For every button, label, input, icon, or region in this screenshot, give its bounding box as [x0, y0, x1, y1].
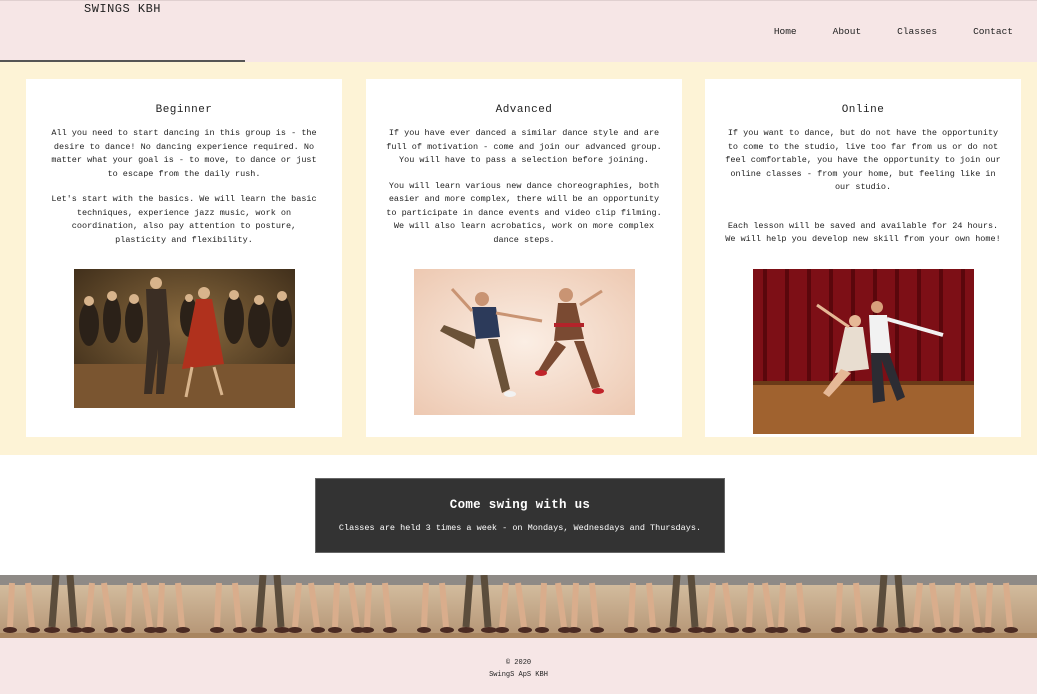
cta-title: Come swing with us: [449, 498, 591, 512]
site-header: SWINGS KBH Home About Classes Contact: [0, 0, 1037, 62]
online-card: Online If you want to dance, but do not …: [705, 79, 1021, 437]
beginner-card: Beginner All you need to start dancing i…: [26, 79, 342, 437]
crowd-dancing-photo: [74, 269, 295, 408]
card-text: You will learn various new dance choreog…: [386, 180, 662, 245]
cta-section: Come swing with us Classes are held 3 ti…: [0, 455, 1037, 575]
site-footer: © 2020 SwingS ApS KBH: [0, 638, 1037, 694]
card-text: Let's start with the basics. We will lea…: [51, 194, 317, 245]
card-title: Online: [841, 104, 885, 116]
dancers-legs-banner: [0, 575, 1037, 638]
copyright-text: © 2020: [505, 659, 532, 667]
cta-text: Classes are held 3 times a week - on Mon…: [338, 523, 702, 533]
card-text: If you want to dance, but do not have th…: [725, 128, 1001, 192]
couple-kicking-photo: [414, 269, 635, 415]
nav-classes-link[interactable]: Classes: [897, 26, 937, 37]
card-title: Beginner: [155, 104, 213, 116]
brand-logo[interactable]: SWINGS KBH: [84, 2, 161, 16]
classes-section: Beginner All you need to start dancing i…: [0, 62, 1037, 455]
advanced-card: Advanced If you have ever danced a simil…: [366, 79, 682, 437]
main-nav: Home About Classes Contact: [774, 26, 1013, 37]
card-title: Advanced: [495, 104, 553, 116]
card-text: If you have ever danced a similar dance …: [386, 128, 662, 165]
nav-home-link[interactable]: Home: [774, 26, 797, 37]
card-text: All you need to start dancing in this gr…: [51, 128, 317, 179]
stage-couple-photo: [753, 269, 974, 434]
nav-about-link[interactable]: About: [833, 26, 862, 37]
company-name: SwingS ApS KBH: [489, 671, 548, 679]
nav-contact-link[interactable]: Contact: [973, 26, 1013, 37]
card-text: Each lesson will be saved and available …: [725, 220, 1001, 245]
cta-box: Come swing with us Classes are held 3 ti…: [315, 478, 725, 553]
